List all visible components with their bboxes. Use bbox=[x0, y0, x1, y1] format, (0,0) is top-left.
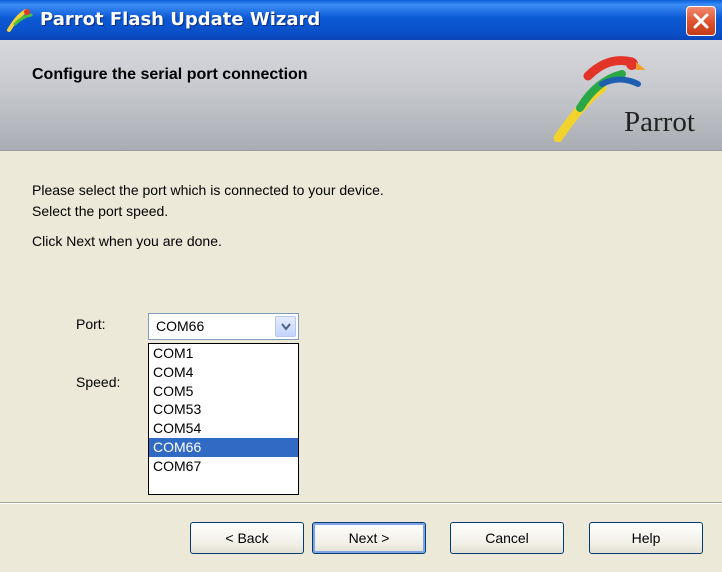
parrot-app-icon bbox=[7, 9, 33, 32]
close-icon bbox=[693, 13, 709, 29]
instruction-line-3: Click Next when you are done. bbox=[32, 233, 222, 249]
port-selected-value: COM66 bbox=[156, 318, 205, 334]
instruction-line-1: Please select the port which is connecte… bbox=[32, 182, 384, 198]
port-option[interactable]: COM67 bbox=[149, 457, 298, 476]
port-label: Port: bbox=[76, 316, 106, 332]
help-button[interactable]: Help bbox=[589, 522, 703, 554]
title-bar[interactable]: Parrot Flash Update Wizard bbox=[0, 0, 722, 40]
port-option[interactable]: COM5 bbox=[149, 382, 298, 401]
next-button[interactable]: Next > bbox=[312, 522, 426, 554]
instruction-line-2: Select the port speed. bbox=[32, 203, 169, 219]
back-button[interactable]: < Back bbox=[190, 522, 304, 554]
port-dropdown-list[interactable]: COM1 COM4 COM5 COM53 COM54 COM66 COM67 bbox=[148, 343, 299, 495]
footer-divider bbox=[0, 502, 722, 504]
close-button[interactable] bbox=[686, 6, 716, 36]
cancel-button[interactable]: Cancel bbox=[450, 522, 564, 554]
port-select[interactable]: COM66 bbox=[148, 313, 299, 340]
port-option[interactable]: COM53 bbox=[149, 400, 298, 419]
port-option-selected[interactable]: COM66 bbox=[149, 437, 298, 457]
port-option[interactable]: COM54 bbox=[149, 419, 298, 438]
chevron-down-icon bbox=[281, 323, 291, 331]
port-option[interactable]: COM1 bbox=[149, 344, 298, 363]
window-title: Parrot Flash Update Wizard bbox=[40, 9, 321, 30]
port-dropdown-button[interactable] bbox=[275, 316, 296, 337]
speed-label: Speed: bbox=[76, 374, 121, 390]
port-option[interactable]: COM4 bbox=[149, 363, 298, 382]
parrot-logo-text: Parrot bbox=[624, 106, 695, 138]
page-heading: Configure the serial port connection bbox=[32, 66, 308, 83]
